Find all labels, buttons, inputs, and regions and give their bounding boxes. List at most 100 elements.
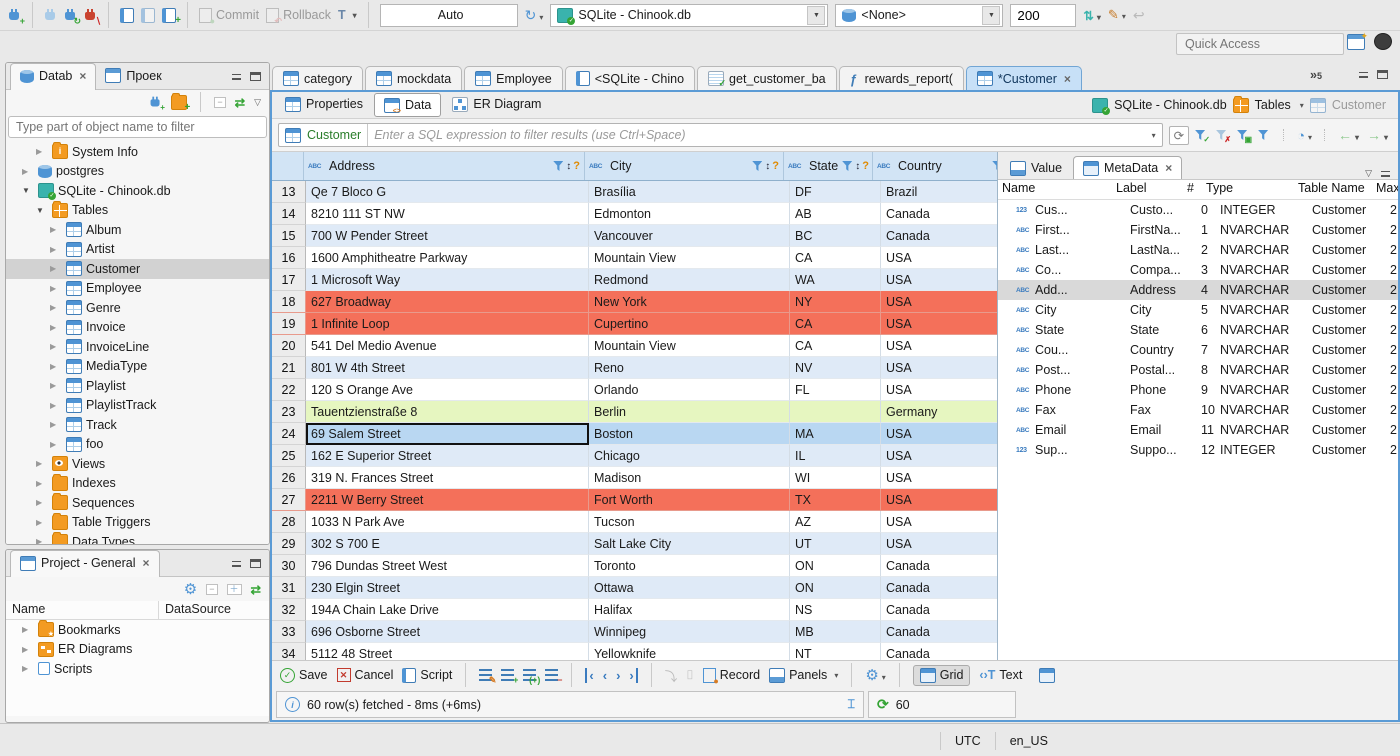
tree-item[interactable]: Indexes: [6, 473, 269, 494]
row-number[interactable]: 19: [272, 313, 306, 335]
cell-city[interactable]: Madison: [589, 467, 790, 489]
maximize-icon[interactable]: [250, 558, 261, 568]
metadata-row[interactable]: Phone Phone 9 NVARCHAR Customer 2,147,48…: [998, 380, 1398, 400]
cell-country[interactable]: USA: [881, 269, 997, 291]
disconnect-icon[interactable]: ∖: [84, 8, 101, 25]
tab-metadata[interactable]: MetaData ×: [1073, 156, 1183, 179]
cell-city[interactable]: Fort Worth: [589, 489, 790, 511]
cell-address[interactable]: 1 Infinite Loop: [306, 313, 589, 335]
new-connection-icon[interactable]: +: [8, 8, 25, 25]
minimize-icon[interactable]: [231, 559, 242, 568]
recent-sql-editor-icon[interactable]: [141, 7, 155, 23]
editor-subtab[interactable]: Data: [373, 93, 442, 117]
column-header[interactable]: Label: [1112, 180, 1186, 199]
cell-address[interactable]: 696 Osborne Street: [306, 621, 589, 643]
expand-arrow-icon[interactable]: [50, 225, 62, 234]
maximize-icon[interactable]: [1377, 70, 1388, 79]
editor-tab[interactable]: rewards_report(: [838, 66, 964, 90]
cell-country[interactable]: Canada: [881, 555, 997, 577]
cell-address[interactable]: 120 S Orange Ave: [306, 379, 589, 401]
expand-all-icon[interactable]: ＋: [226, 583, 242, 595]
column-filter-icon[interactable]: [992, 160, 997, 172]
sync-icon[interactable]: ⇅ ▾: [1083, 8, 1101, 23]
minimize-icon[interactable]: [1358, 70, 1369, 79]
new-sql-editor-icon[interactable]: +: [162, 7, 181, 26]
tree-item[interactable]: Tables: [6, 200, 269, 221]
expand-arrow-icon[interactable]: [50, 284, 62, 293]
cell-city[interactable]: Yellowknife: [589, 643, 790, 660]
collapse-all-icon[interactable]: −: [206, 583, 218, 595]
next-row-icon[interactable]: ›: [616, 668, 620, 683]
row-number[interactable]: 22: [272, 379, 306, 401]
tab-value[interactable]: Value: [1001, 157, 1071, 179]
filter-history-dropdown-icon[interactable]: ▾: [1152, 131, 1156, 140]
tree-item[interactable]: Customer: [6, 259, 269, 279]
new-connection-icon[interactable]: +: [150, 96, 165, 111]
cell-state[interactable]: MB: [790, 621, 881, 643]
tree-item[interactable]: ER Diagrams: [6, 640, 269, 660]
row-number[interactable]: 33: [272, 621, 306, 643]
tree-item[interactable]: Playlist: [6, 376, 269, 396]
panels-toggle-button[interactable]: Panels ▾: [769, 667, 838, 683]
cell-state[interactable]: NY: [790, 291, 881, 313]
tree-item[interactable]: PlaylistTrack: [6, 396, 269, 416]
nav-back-icon[interactable]: ← ▾: [1338, 127, 1359, 143]
cell-country[interactable]: Canada: [881, 621, 997, 643]
expand-arrow-icon[interactable]: [22, 664, 34, 673]
metadata-row[interactable]: Fax Fax 10 NVARCHAR Customer 2,147,483: [998, 400, 1398, 420]
tree-item[interactable]: System Info: [6, 142, 269, 162]
transaction-log-button[interactable]: T ▾: [338, 8, 357, 22]
tree-item[interactable]: Scripts: [6, 659, 269, 679]
expand-arrow-icon[interactable]: [36, 498, 48, 507]
calc-panel-icon[interactable]: [1039, 667, 1056, 683]
link-editor-icon[interactable]: ⇄: [235, 95, 245, 110]
cell-state[interactable]: AB: [790, 203, 881, 225]
cell-state[interactable]: CA: [790, 247, 881, 269]
expand-arrow-icon[interactable]: [50, 342, 62, 351]
save-filter-icon[interactable]: ▣: [1237, 129, 1252, 144]
cell-state[interactable]: DF: [790, 181, 881, 203]
cell-city[interactable]: Boston: [589, 423, 790, 445]
cell-country[interactable]: USA: [881, 511, 997, 533]
cell-address[interactable]: 69 Salem Street: [306, 423, 589, 445]
cell-state[interactable]: [790, 401, 881, 423]
statistics-icon[interactable]: ⌶: [847, 697, 855, 712]
breadcrumb-container[interactable]: Tables: [1255, 98, 1291, 112]
link-editor-icon[interactable]: ⇄: [251, 582, 261, 597]
close-icon[interactable]: ×: [1165, 161, 1172, 175]
expand-arrow-icon[interactable]: [50, 381, 62, 390]
cell-city[interactable]: Salt Lake City: [589, 533, 790, 555]
row-number[interactable]: 28: [272, 511, 306, 533]
cell-state[interactable]: MA: [790, 423, 881, 445]
cell-city[interactable]: New York: [589, 291, 790, 313]
editor-tab[interactable]: category: [272, 66, 363, 90]
column-header[interactable]: Type: [1202, 180, 1294, 199]
settings-gear-icon[interactable]: ⚙: [184, 580, 197, 598]
connection-dropdown-icon[interactable]: ▼: [807, 5, 826, 25]
cell-city[interactable]: Winnipeg: [589, 621, 790, 643]
expand-arrow-icon[interactable]: [22, 625, 34, 634]
fetch-all-icon[interactable]: ⌷: [686, 668, 694, 683]
tree-item[interactable]: Track: [6, 415, 269, 435]
cell-country[interactable]: USA: [881, 533, 997, 555]
tree-item[interactable]: Table Triggers: [6, 512, 269, 533]
expand-arrow-icon[interactable]: [22, 645, 34, 654]
column-header[interactable]: Table Name: [1294, 180, 1372, 199]
close-icon[interactable]: ×: [79, 69, 86, 83]
editor-tab[interactable]: Employee: [464, 66, 563, 90]
sort-icon[interactable]: ↕: [566, 161, 571, 172]
cell-state[interactable]: UT: [790, 533, 881, 555]
commit-button[interactable]: ● Commit: [199, 7, 259, 25]
expand-arrow-icon[interactable]: [50, 401, 62, 410]
cell-address[interactable]: 319 N. Frances Street: [306, 467, 589, 489]
editor-tab[interactable]: mockdata: [364, 66, 463, 90]
collapse-all-icon[interactable]: −: [214, 96, 226, 108]
metadata-row[interactable]: Cus... Custo... 0 INTEGER Customer 2,147…: [998, 200, 1398, 220]
cell-address[interactable]: 541 Del Medio Avenue: [306, 335, 589, 357]
cell-city[interactable]: Ottawa: [589, 577, 790, 599]
cell-address[interactable]: 302 S 700 E: [306, 533, 589, 555]
fetch-page-icon[interactable]: ⤵: [665, 666, 678, 685]
cell-city[interactable]: Tucson: [589, 511, 790, 533]
metadata-row[interactable]: Sup... Suppo... 12 INTEGER Customer 2,14…: [998, 440, 1398, 460]
column-filter-icon[interactable]: [842, 160, 853, 172]
